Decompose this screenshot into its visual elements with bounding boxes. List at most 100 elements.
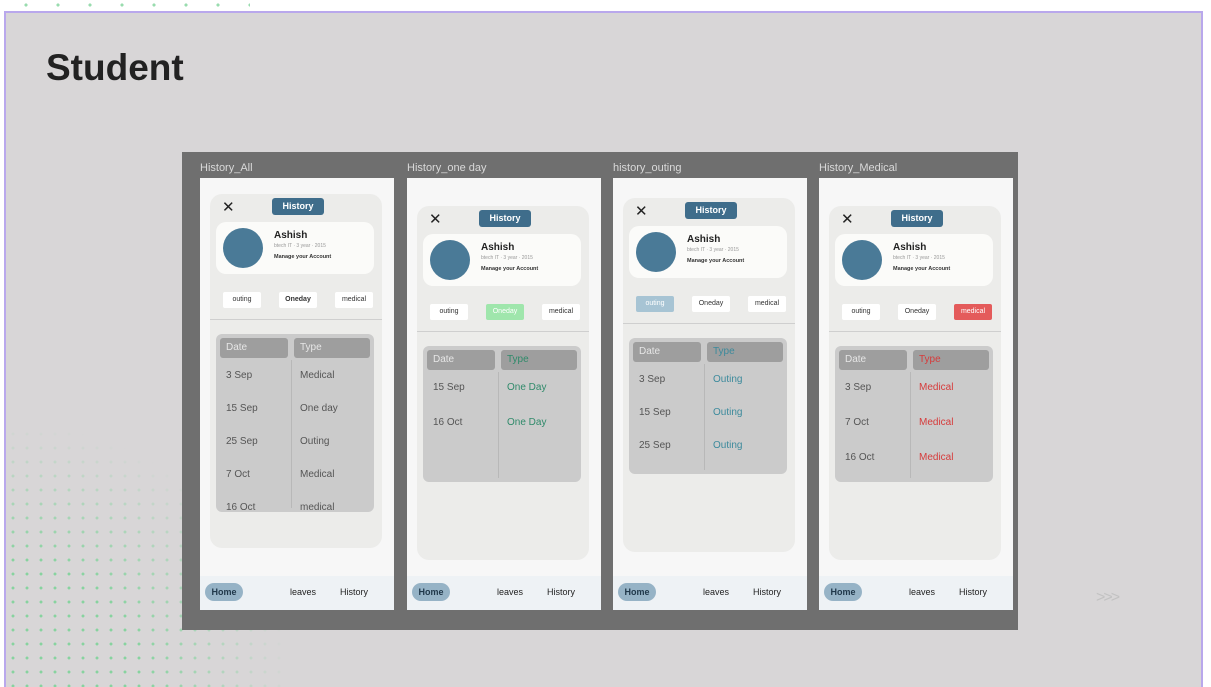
- filter-oneday-button[interactable]: Oneday: [486, 304, 524, 320]
- cell-type: Medical: [919, 382, 954, 393]
- cell-type: One day: [300, 403, 338, 414]
- column-header-date: Date: [839, 350, 907, 370]
- history-header-button[interactable]: History: [272, 198, 324, 215]
- history-header-button[interactable]: History: [891, 210, 943, 227]
- nav-leaves-button[interactable]: leaves: [909, 587, 935, 597]
- cell-type: Outing: [713, 374, 743, 385]
- nav-history-button[interactable]: History: [753, 587, 781, 597]
- cell-date: 16 Oct: [433, 417, 463, 428]
- profile-subtitle: btech IT · 3 year · 2015: [274, 243, 326, 249]
- phone-frame: History_All ✕ History Ashish btech IT · 3 ye…: [200, 152, 400, 630]
- filter-outing-button[interactable]: outing: [842, 304, 880, 320]
- top-strip: [0, 0, 1211, 11]
- cell-type: Outing: [300, 436, 330, 447]
- nav-leaves-button[interactable]: leaves: [290, 587, 316, 597]
- filter-bar: outing Oneday medical: [636, 296, 786, 312]
- nav-home-button[interactable]: Home: [618, 583, 656, 601]
- history-table: Date Type 15 Sep One Day 16 Oct One Day: [423, 346, 581, 482]
- profile-subtitle: btech IT · 3 year · 2015: [893, 255, 945, 261]
- close-icon[interactable]: ✕: [429, 210, 442, 228]
- nav-home-button[interactable]: Home: [412, 583, 450, 601]
- cell-type: Outing: [713, 440, 743, 451]
- nav-home-button[interactable]: Home: [205, 583, 243, 601]
- nav-history-button[interactable]: History: [959, 587, 987, 597]
- avatar: [223, 228, 263, 268]
- profile-name: Ashish: [687, 234, 721, 245]
- cell-date: 7 Oct: [845, 417, 869, 428]
- cell-date: 25 Sep: [226, 436, 258, 447]
- column-divider: [910, 372, 911, 478]
- filter-outing-button[interactable]: outing: [636, 296, 674, 312]
- column-header-type: Type: [501, 350, 577, 370]
- column-header-date: Date: [427, 350, 495, 370]
- close-icon[interactable]: ✕: [635, 202, 648, 220]
- nav-history-button[interactable]: History: [547, 587, 575, 597]
- profile-name: Ashish: [274, 230, 308, 241]
- history-card: ✕ History Ashish btech IT · 3 year · 2015 Ma…: [210, 194, 382, 548]
- cell-date: 3 Sep: [226, 370, 253, 381]
- manage-account-link[interactable]: Manage your Account: [274, 254, 331, 260]
- filter-medical-button[interactable]: medical: [335, 292, 373, 308]
- cell-type: Medical: [919, 452, 954, 463]
- cell-type: One Day: [507, 382, 547, 393]
- bottom-nav: Home leaves History: [200, 576, 394, 610]
- manage-account-link[interactable]: Manage your Account: [481, 266, 538, 272]
- column-header-type: Type: [913, 350, 989, 370]
- column-header-type: Type: [294, 338, 370, 358]
- nav-leaves-button[interactable]: leaves: [497, 587, 523, 597]
- cell-type: Medical: [300, 370, 335, 381]
- profile-card[interactable]: Ashish btech IT · 3 year · 2015 Manage you…: [629, 226, 787, 278]
- history-card: ✕ History Ashish btech IT · 3 year · 2015 Ma…: [829, 206, 1001, 560]
- cell-type: Outing: [713, 407, 743, 418]
- filter-medical-button[interactable]: medical: [954, 304, 992, 320]
- profile-subtitle: btech IT · 3 year · 2015: [687, 247, 739, 253]
- filter-bar: outing Oneday medical: [223, 292, 373, 308]
- cell-type: One Day: [507, 417, 547, 428]
- decorative-dots-top: [10, 0, 250, 10]
- history-header-button[interactable]: History: [479, 210, 531, 227]
- avatar: [430, 240, 470, 280]
- history-header-button[interactable]: History: [685, 202, 737, 219]
- filter-medical-button[interactable]: medical: [542, 304, 580, 320]
- column-divider: [291, 360, 292, 508]
- phone-screen: ✕ History Ashish btech IT · 3 year · 2015 Ma…: [819, 178, 1013, 610]
- close-icon[interactable]: ✕: [841, 210, 854, 228]
- cell-type: Medical: [919, 417, 954, 428]
- filter-bar: outing Oneday medical: [842, 304, 992, 320]
- phone-frame: History_Medical ✕ History Ashish btech IT · …: [819, 152, 1019, 630]
- cell-date: 15 Sep: [433, 382, 465, 393]
- filter-outing-button[interactable]: outing: [223, 292, 261, 308]
- frame-label: history_outing: [613, 162, 682, 174]
- profile-name: Ashish: [481, 242, 515, 253]
- next-arrows-icon[interactable]: >>>: [1096, 589, 1120, 607]
- divider: [829, 331, 1001, 332]
- history-table: Date Type 3 Sep Medical 15 Sep One day 25 Sep O…: [216, 334, 374, 512]
- cell-date: 3 Sep: [845, 382, 872, 393]
- filter-bar: outing Oneday medical: [430, 304, 580, 320]
- filter-outing-button[interactable]: outing: [430, 304, 468, 320]
- avatar: [636, 232, 676, 272]
- phone-screen: ✕ History Ashish btech IT · 3 year · 2015 Ma…: [200, 178, 394, 610]
- filter-oneday-button[interactable]: Oneday: [279, 292, 317, 308]
- close-icon[interactable]: ✕: [222, 198, 235, 216]
- nav-home-button[interactable]: Home: [824, 583, 862, 601]
- page-title: Student: [46, 47, 184, 88]
- phone-frame: History_one day ✕ History Ashish btech IT · …: [407, 152, 607, 630]
- cell-date: 3 Sep: [639, 374, 666, 385]
- manage-account-link[interactable]: Manage your Account: [687, 258, 744, 264]
- nav-history-button[interactable]: History: [340, 587, 368, 597]
- nav-leaves-button[interactable]: leaves: [703, 587, 729, 597]
- filter-medical-button[interactable]: medical: [748, 296, 786, 312]
- filter-oneday-button[interactable]: Oneday: [692, 296, 730, 312]
- column-header-type: Type: [707, 342, 783, 362]
- divider: [210, 319, 382, 320]
- manage-account-link[interactable]: Manage your Account: [893, 266, 950, 272]
- column-header-date: Date: [220, 338, 288, 358]
- profile-card[interactable]: Ashish btech IT · 3 year · 2015 Manage you…: [423, 234, 581, 286]
- phone-screen: ✕ History Ashish btech IT · 3 year · 2015 Ma…: [407, 178, 601, 610]
- filter-oneday-button[interactable]: Oneday: [898, 304, 936, 320]
- profile-card[interactable]: Ashish btech IT · 3 year · 2015 Manage you…: [835, 234, 993, 286]
- profile-card[interactable]: Ashish btech IT · 3 year · 2015 Manage you…: [216, 222, 374, 274]
- cell-date: 7 Oct: [226, 469, 250, 480]
- avatar: [842, 240, 882, 280]
